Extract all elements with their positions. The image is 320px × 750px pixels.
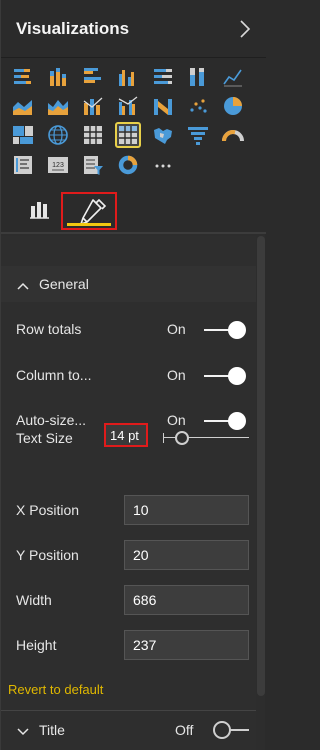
- width-input[interactable]: [125, 586, 248, 614]
- revert-to-default-link[interactable]: Revert to default: [8, 682, 103, 697]
- column-totals-row: Column to... On: [1, 356, 256, 396]
- donut-chart-icon[interactable]: [117, 154, 139, 176]
- text-size-value: 14 pt: [110, 428, 139, 443]
- active-tab-indicator: [67, 223, 111, 226]
- stacked-column-chart-icon[interactable]: [47, 66, 69, 88]
- chevron-down-icon: [17, 725, 29, 737]
- title-toggle[interactable]: [213, 721, 253, 739]
- visual-gallery: 123: [1, 58, 266, 188]
- card-icon[interactable]: 123: [47, 154, 69, 176]
- section-divider: [1, 710, 256, 711]
- ribbon-chart-icon[interactable]: [152, 95, 174, 117]
- text-size-slider[interactable]: [163, 429, 251, 447]
- y-position-input[interactable]: [125, 541, 248, 569]
- chevron-right-icon[interactable]: [239, 19, 251, 39]
- matrix-icon[interactable]: [115, 122, 141, 148]
- area-chart-icon[interactable]: [12, 95, 34, 117]
- fields-tab[interactable]: [23, 192, 61, 230]
- funnel-icon[interactable]: [187, 124, 209, 146]
- clustered-column-chart-icon[interactable]: [117, 66, 139, 88]
- pane-title: Visualizations: [16, 19, 130, 38]
- height-input[interactable]: [125, 631, 248, 659]
- column-totals-toggle[interactable]: [204, 367, 246, 385]
- width-row: Width: [1, 581, 256, 621]
- table-icon[interactable]: [82, 124, 104, 146]
- height-field[interactable]: [124, 630, 249, 660]
- scatter-chart-icon[interactable]: [187, 95, 209, 117]
- more-options-icon[interactable]: [152, 154, 174, 176]
- title-section-header[interactable]: Title Off: [1, 712, 256, 750]
- pane-header: Visualizations: [1, 0, 266, 58]
- line-and-clustered-column-chart-icon[interactable]: [117, 95, 139, 117]
- stacked-bar-chart-icon[interactable]: [12, 66, 34, 88]
- format-tab[interactable]: [61, 192, 117, 230]
- map-icon[interactable]: [47, 124, 69, 146]
- line-and-stacked-column-chart-icon[interactable]: [82, 95, 104, 117]
- y-position-row: Y Position: [1, 536, 256, 576]
- svg-text:123: 123: [52, 162, 64, 169]
- text-size-row: Text Size 14 pt: [1, 418, 256, 458]
- x-position-field[interactable]: [124, 495, 249, 525]
- height-row: Height: [1, 626, 256, 666]
- y-position-field[interactable]: [124, 540, 249, 570]
- column-totals-label: Column to...: [16, 367, 92, 383]
- clustered-bar-chart-icon[interactable]: [82, 66, 104, 88]
- 100-percent-stacked-column-chart-icon[interactable]: [187, 66, 209, 88]
- pie-chart-icon[interactable]: [222, 95, 244, 117]
- x-position-input[interactable]: [125, 496, 248, 524]
- visualizations-pane: Visualizations 123 General Row totals On…: [0, 0, 266, 750]
- x-position-label: X Position: [16, 502, 80, 518]
- vertical-scrollbar[interactable]: [257, 236, 265, 696]
- width-label: Width: [16, 592, 52, 608]
- chevron-up-icon: [17, 279, 29, 291]
- row-totals-row: Row totals On: [1, 310, 256, 350]
- general-section-header[interactable]: General: [1, 266, 256, 302]
- slicer-icon[interactable]: [82, 154, 104, 176]
- gauge-icon[interactable]: [222, 124, 244, 146]
- treemap-icon[interactable]: [12, 124, 34, 146]
- pane-tabs: [1, 188, 266, 234]
- slider-knob[interactable]: [175, 431, 189, 445]
- row-totals-toggle[interactable]: [204, 321, 246, 339]
- row-totals-label: Row totals: [16, 321, 82, 337]
- text-size-input[interactable]: 14 pt: [104, 423, 148, 447]
- filled-map-icon[interactable]: [152, 124, 174, 146]
- text-size-label: Text Size: [16, 430, 73, 446]
- title-state: Off: [175, 722, 194, 738]
- stacked-area-chart-icon[interactable]: [47, 95, 69, 117]
- title-section-label: Title: [39, 722, 65, 738]
- height-label: Height: [16, 637, 57, 653]
- row-totals-state: On: [167, 321, 186, 337]
- line-chart-icon[interactable]: [222, 66, 244, 88]
- width-field[interactable]: [124, 585, 249, 615]
- 100-percent-stacked-bar-chart-icon[interactable]: [152, 66, 174, 88]
- y-position-label: Y Position: [16, 547, 79, 563]
- multi-row-card-icon[interactable]: [12, 154, 34, 176]
- column-totals-state: On: [167, 367, 186, 383]
- general-section-label: General: [39, 276, 89, 292]
- fields-icon: [30, 202, 49, 219]
- x-position-row: X Position: [1, 491, 256, 531]
